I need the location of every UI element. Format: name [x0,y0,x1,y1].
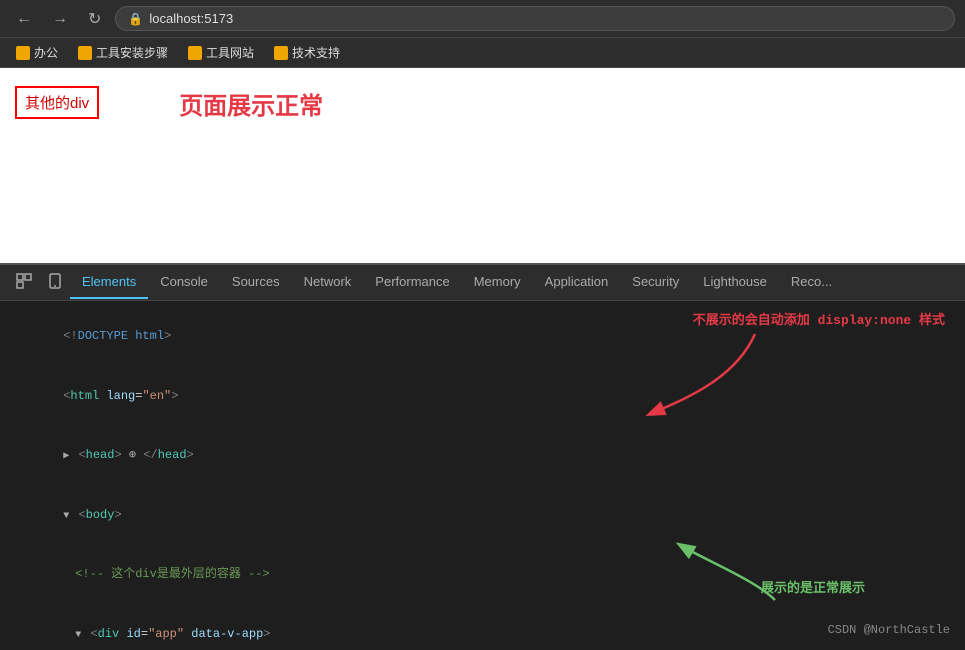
bookmark-install[interactable]: 工具安装步骤 [70,41,176,64]
bookmark-office-icon [16,46,30,60]
page-status: 页面展示正常 [179,86,323,121]
refresh-button[interactable]: ↻ [82,5,107,33]
lock-icon: 🔒 [128,12,143,26]
tab-sources[interactable]: Sources [220,266,292,299]
tab-application[interactable]: Application [533,266,621,299]
bookmark-support-icon [274,46,288,60]
html-line-html: <html lang="en"> [0,367,965,427]
forward-button[interactable]: → [46,6,74,32]
html-line-body-open: ▼ <body> [0,486,965,546]
tab-recorder[interactable]: Reco... [779,266,844,299]
bookmark-toolsite[interactable]: 工具网站 [180,41,262,64]
tab-elements[interactable]: Elements [70,266,148,299]
html-line-head: ▶ <head> ⊕ </head> [0,426,965,486]
tab-lighthouse[interactable]: Lighthouse [691,266,779,299]
tab-memory[interactable]: Memory [462,266,533,299]
devtools-panel: Elements Console Sources Network Perform… [0,263,965,650]
devtools-inspect-icon[interactable] [8,267,40,298]
annotation-normal-display: 展示的是正常展示 [761,579,865,600]
doctype-close: > [164,329,171,343]
bookmarks-bar: 办公 工具安装步骤 工具网站 技术支持 [0,38,965,68]
bookmark-install-icon [78,46,92,60]
html-line-app-div: ▼ <div id="app" data-v-app> [0,605,965,650]
bookmark-support-label: 技术支持 [292,44,340,61]
tab-security[interactable]: Security [620,266,691,299]
watermark: CSDN @NorthCastle [828,621,950,640]
devtools-toolbar: Elements Console Sources Network Perform… [0,265,965,301]
tab-performance[interactable]: Performance [363,266,461,299]
bookmark-toolsite-icon [188,46,202,60]
bookmark-toolsite-label: 工具网站 [206,44,254,61]
page-content: 其他的div 页面展示正常 [0,68,965,263]
red-arrow [605,319,765,439]
doctype-text: DOCTYPE html [78,329,164,343]
url-text: localhost:5173 [149,11,233,26]
bookmark-support[interactable]: 技术支持 [266,41,348,64]
tab-console[interactable]: Console [148,266,220,299]
back-button[interactable]: ← [10,6,38,32]
devtools-mobile-icon[interactable] [40,267,70,298]
browser-chrome: ← → ↻ 🔒 localhost:5173 [0,0,965,38]
tab-network[interactable]: Network [292,266,364,299]
bookmark-office-label: 办公 [34,44,58,61]
address-bar[interactable]: 🔒 localhost:5173 [115,6,955,31]
other-div: 其他的div [15,86,99,119]
doctype-bracket: <! [63,329,77,343]
bookmark-office[interactable]: 办公 [8,41,66,64]
bookmark-install-label: 工具安装步骤 [96,44,168,61]
devtools-content: 不展示的会自动添加 display:none 样式 展示的是正常展示 <!DOC… [0,301,965,650]
